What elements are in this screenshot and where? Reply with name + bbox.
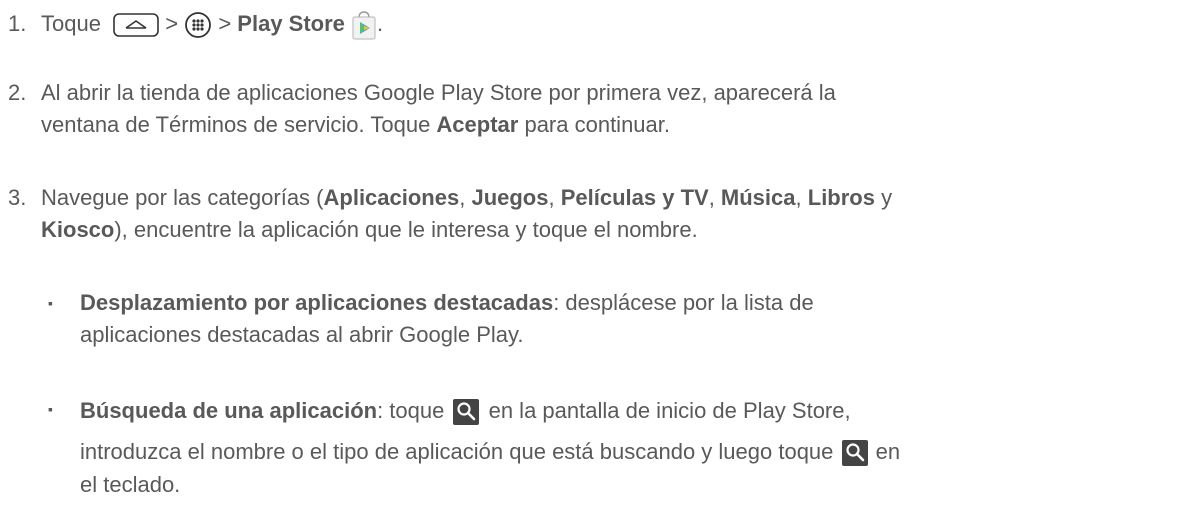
bullet-title: Desplazamiento por aplicaciones destacad… — [80, 290, 554, 315]
step-text: Al abrir la tienda de aplicaciones Googl… — [41, 77, 1201, 141]
apps-icon — [184, 11, 212, 39]
step-number: 1. — [8, 11, 27, 36]
search-icon — [453, 399, 480, 426]
step-text-line: Navegue por las categorías (Aplicaciones… — [41, 185, 893, 210]
step-text-line: ventana de Términos de servicio. Toque A… — [41, 112, 671, 137]
step-number: 2. — [8, 80, 27, 105]
step-number: 3. — [8, 185, 27, 210]
bullet-mark: ▪ — [48, 295, 53, 311]
step-text-line: Kiosco), encuentre la aplicación que le … — [41, 217, 698, 242]
accept-label: Aceptar — [436, 112, 519, 137]
category-music: Música — [720, 185, 796, 210]
search-icon — [841, 440, 868, 467]
bullet-text-line: aplicaciones destacadas al abrir Google … — [80, 322, 524, 347]
home-key-icon — [113, 13, 159, 37]
category-apps: Aplicaciones — [323, 185, 460, 210]
bullet-title: Búsqueda de una aplicación — [80, 398, 378, 423]
separator: > — [165, 11, 179, 36]
step-text-part: . — [377, 11, 384, 36]
instructions-document: 1. Toque > > Play Store . 2. Al abrir la… — [0, 0, 1202, 529]
category-movies: Películas y TV — [560, 185, 709, 210]
app-name: Play Store — [237, 11, 345, 36]
category-kiosk: Kiosco — [41, 217, 115, 242]
bullet-text: Desplazamiento por aplicaciones destacad… — [80, 287, 1198, 351]
bullet-text-line: el teclado. — [80, 472, 181, 497]
step-text: Navegue por las categorías (Aplicaciones… — [41, 182, 1201, 246]
step-text-line: Al abrir la tienda de aplicaciones Googl… — [41, 80, 836, 105]
play-store-icon — [351, 10, 377, 40]
category-books: Libros — [807, 185, 875, 210]
bullet-text: Búsqueda de una aplicación: toque en la … — [80, 393, 1198, 501]
separator: > — [218, 11, 232, 36]
step-text: Toque > > Play Store . — [41, 8, 1201, 40]
step-text-part: Toque — [41, 11, 101, 36]
category-games: Juegos — [471, 185, 549, 210]
bullet-mark: ▪ — [48, 401, 53, 417]
